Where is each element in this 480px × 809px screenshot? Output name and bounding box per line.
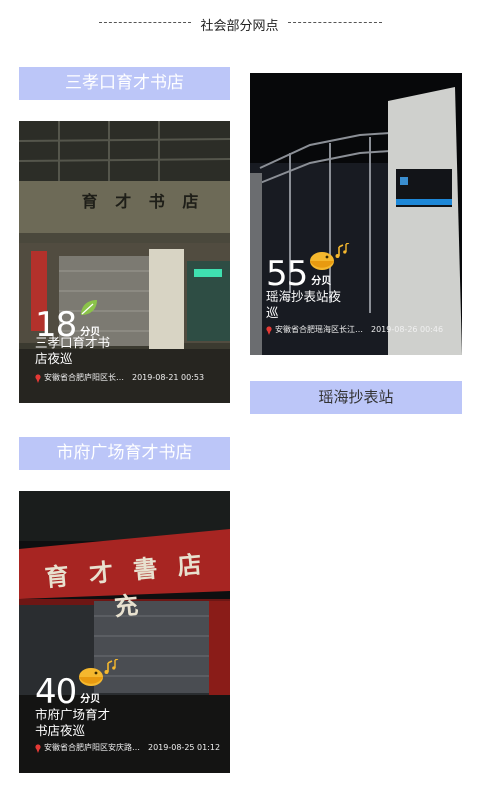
- location-text: 安徽省合肥瑶海区长江…: [275, 325, 363, 334]
- location-row: 安徽省合肥庐阳区安庆路… 2019-08-25 01:12: [35, 743, 220, 753]
- photo-yaohai[interactable]: 55 分贝 瑶海抄表站夜 巡 安徽省合肥瑶海区长江… 2019-08-26 00…: [250, 73, 462, 355]
- store-sign-text: 育 才 书 店: [81, 192, 205, 211]
- patrol-caption: 三孝口育才书 店夜巡: [35, 335, 127, 367]
- store-sign-text: 育 才 書 店 充: [43, 549, 209, 622]
- location-text: 安徽省合肥庐阳区长…: [44, 373, 124, 382]
- caption-line-1: 三孝口育才书: [35, 335, 111, 350]
- bird-music-icon: [310, 243, 350, 270]
- timestamp: 2019-08-26 00:46: [371, 325, 444, 334]
- header-divider-right: [288, 22, 382, 23]
- location-pin-icon: [266, 325, 272, 335]
- location-pin-icon: [35, 373, 41, 383]
- patrol-caption: 市府广场育才 书店夜巡: [35, 707, 127, 739]
- caption-line-1: 市府广场育才: [35, 707, 111, 722]
- patrol-caption: 瑶海抄表站夜 巡: [266, 289, 358, 321]
- score-value: 55: [266, 254, 308, 294]
- location-row: 安徽省合肥庐阳区长… 2019-08-21 00:53: [35, 373, 204, 383]
- section-header: 社会部分网点: [0, 0, 480, 50]
- location-text: 安徽省合肥庐阳区安庆路…: [44, 743, 140, 752]
- caption-line-2: 书店夜巡: [35, 723, 86, 738]
- location-row: 安徽省合肥瑶海区长江… 2019-08-26 00:46: [266, 325, 443, 335]
- caption-line-1: 瑶海抄表站夜: [266, 289, 342, 304]
- score-unit: 分贝: [311, 276, 332, 287]
- leaf-icon: [81, 300, 97, 315]
- caption-line-2: 店夜巡: [35, 351, 73, 366]
- photo-sanxiaokou[interactable]: 育 才 书 店 18 分贝 三孝口育才书 店夜巡 安徽省合肥庐阳区长… 2019…: [19, 121, 230, 403]
- section-title: 社会部分网点: [200, 19, 279, 34]
- card-label-shifu-plaza[interactable]: 市府广场育才书店: [19, 437, 230, 470]
- card-label-sanxiaokou[interactable]: 三孝口育才书店: [19, 67, 230, 100]
- caption-line-2: 巡: [266, 305, 279, 320]
- photo-shifu-plaza[interactable]: 育 才 書 店 充 40 分贝 市府广场育才 书店夜巡 安徽省合肥庐阳区安庆路……: [19, 491, 230, 773]
- location-pin-icon: [35, 743, 41, 753]
- timestamp: 2019-08-25 01:12: [148, 743, 221, 752]
- score-unit: 分贝: [80, 694, 101, 705]
- header-divider-left: [99, 22, 191, 23]
- card-label-yaohai[interactable]: 瑶海抄表站: [250, 381, 462, 414]
- bird-music-icon: [79, 659, 119, 686]
- timestamp: 2019-08-21 00:53: [132, 373, 205, 382]
- score-value: 40: [35, 672, 77, 712]
